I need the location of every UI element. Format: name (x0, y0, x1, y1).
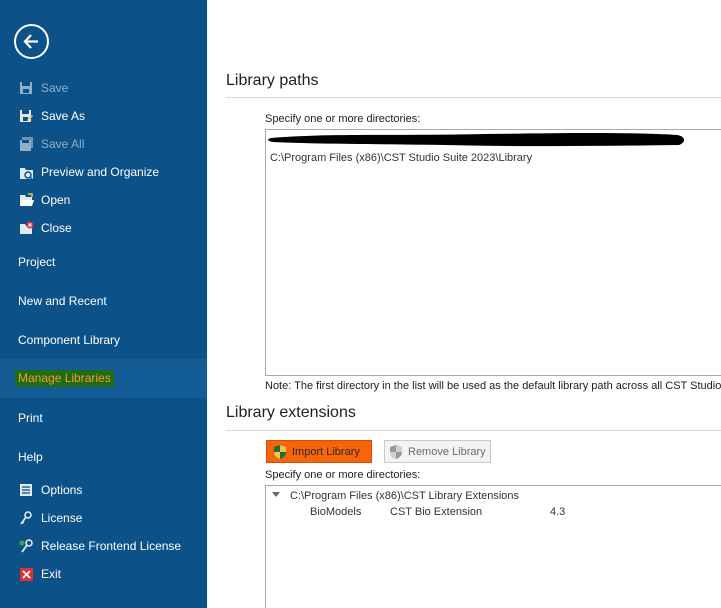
extension-root-path[interactable]: C:\Program Files (x86)\CST Library Exten… (290, 490, 519, 502)
redaction-mark (268, 133, 685, 147)
section-print[interactable]: Print (18, 411, 43, 425)
library-paths-list[interactable] (265, 129, 721, 376)
library-extensions-title: Library extensions (226, 404, 356, 421)
back-button[interactable] (14, 24, 49, 59)
save-all-command[interactable]: Save All (17, 133, 84, 155)
open-label: Open (41, 193, 71, 207)
manage-libraries-label: Manage Libraries (15, 370, 114, 387)
save-icon (17, 80, 35, 96)
exit-command[interactable]: Exit (17, 563, 61, 585)
exit-icon (17, 566, 35, 582)
extension-version: 4.3 (550, 506, 566, 518)
open-folder-icon (17, 192, 35, 208)
extension-name[interactable]: BioModels (310, 506, 361, 518)
library-extensions-tree[interactable] (265, 485, 721, 608)
library-paths-note: Note: The first directory in the list wi… (265, 380, 721, 392)
expand-arrow-icon[interactable] (272, 492, 280, 497)
save-label: Save (41, 81, 69, 95)
save-as-label: Save As (41, 109, 86, 123)
remove-library-button[interactable]: Remove Library (384, 440, 491, 463)
section-manage-libraries[interactable]: Manage Libraries (0, 359, 207, 398)
library-paths-divider (226, 97, 721, 98)
release-license-label: Release Frontend License (41, 539, 182, 553)
save-as-command[interactable]: Save As (17, 105, 85, 127)
save-as-icon (17, 108, 35, 124)
shield-icon (389, 444, 405, 460)
library-extensions-divider (226, 430, 721, 431)
section-project[interactable]: Project (18, 255, 55, 269)
save-all-label: Save All (41, 137, 85, 151)
options-command[interactable]: Options (17, 479, 82, 501)
import-library-button[interactable]: Import Library (266, 440, 372, 463)
preview-organize-command[interactable]: Preview and Organize (17, 161, 159, 183)
open-command[interactable]: Open (17, 189, 70, 211)
close-command[interactable]: Close (17, 217, 72, 239)
remove-library-label: Remove Library (408, 445, 486, 458)
section-help[interactable]: Help (18, 450, 43, 464)
options-icon (17, 482, 35, 498)
license-label: License (41, 511, 83, 525)
preview-organize-icon (17, 164, 35, 180)
import-library-label: Import Library (292, 445, 360, 458)
save-command[interactable]: Save (17, 77, 68, 99)
backstage-sidebar: Save Save As Save All Preview and Organi… (0, 0, 207, 608)
release-license-command[interactable]: Release Frontend License (17, 535, 181, 557)
exit-label: Exit (41, 567, 62, 581)
library-extensions-specify-label: Specify one or more directories: (265, 469, 421, 481)
section-component-library[interactable]: Component Library (18, 333, 120, 347)
release-license-icon (17, 538, 35, 554)
options-label: Options (41, 483, 83, 497)
close-folder-icon (17, 220, 35, 236)
shield-icon (273, 444, 289, 460)
library-paths-title: Library paths (226, 72, 319, 89)
back-arrow-icon (23, 34, 38, 49)
library-path-entry[interactable]: C:\Program Files (x86)\CST Studio Suite … (270, 152, 532, 164)
save-all-icon (17, 136, 35, 152)
license-command[interactable]: License (17, 507, 82, 529)
license-icon (17, 510, 35, 526)
library-paths-specify-label: Specify one or more directories: (265, 113, 421, 125)
close-label: Close (41, 221, 72, 235)
extension-description: CST Bio Extension (390, 506, 483, 518)
section-new-and-recent[interactable]: New and Recent (18, 294, 107, 308)
preview-organize-label: Preview and Organize (41, 165, 160, 179)
